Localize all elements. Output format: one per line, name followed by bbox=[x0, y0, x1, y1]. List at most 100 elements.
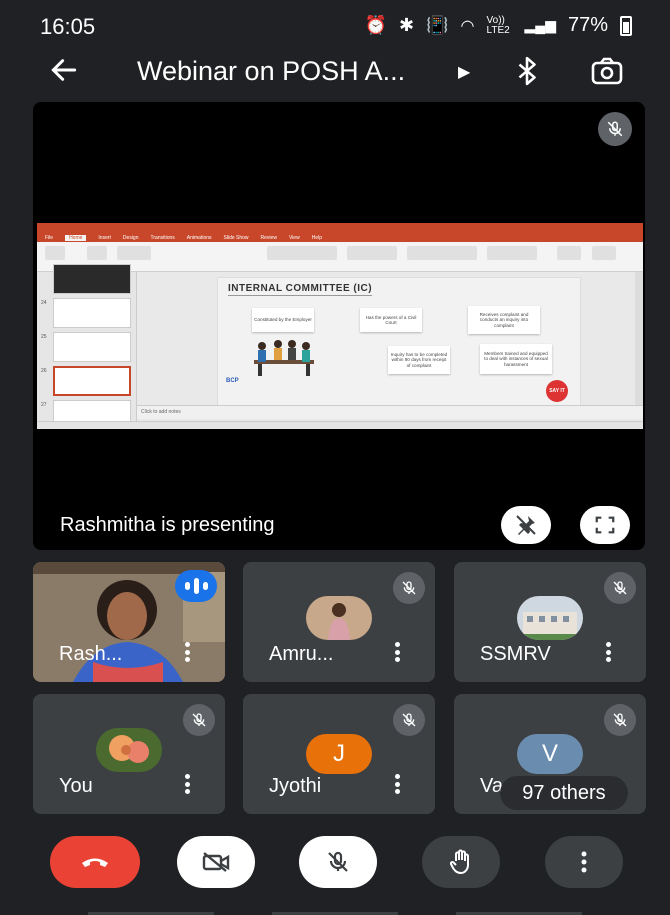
ppt-tab: Review bbox=[260, 234, 277, 241]
participant-menu-button[interactable] bbox=[393, 642, 401, 662]
unpin-button[interactable] bbox=[501, 506, 551, 544]
participant-name: SSMRV bbox=[480, 643, 551, 665]
alarm-icon: ⏰ bbox=[364, 15, 388, 35]
ribbon-group bbox=[487, 246, 537, 260]
bluetooth-status-icon: ✱ bbox=[399, 15, 415, 35]
ppt-tab: Insert bbox=[98, 234, 111, 241]
slide-box: Constituted by the Employer bbox=[252, 308, 314, 332]
participant-name: Jyothi bbox=[269, 775, 322, 797]
mic-off-icon bbox=[192, 713, 206, 727]
participant-tile[interactable]: Rash... bbox=[33, 562, 225, 682]
slide-thumbnail bbox=[53, 332, 131, 362]
slide-canvas: INTERNAL COMMITTEE (IC) Constituted by t… bbox=[217, 277, 581, 409]
participant-avatar bbox=[306, 596, 372, 640]
mic-off-icon bbox=[402, 713, 416, 727]
phone-hangup-icon bbox=[82, 858, 108, 867]
unpin-icon bbox=[516, 515, 536, 535]
mic-off-icon bbox=[328, 851, 348, 872]
mic-off-icon bbox=[613, 581, 627, 595]
ppt-tab: View bbox=[288, 234, 300, 241]
slide-box: Receives complaint and conducts an inqui… bbox=[468, 306, 540, 334]
camera-off-button[interactable] bbox=[177, 836, 255, 888]
slide-thumbnail-selected bbox=[53, 366, 131, 396]
slide-box: Inquiry has to be completed within 90 da… bbox=[388, 346, 450, 374]
battery-icon bbox=[620, 15, 632, 36]
slide-number: 25 bbox=[41, 334, 47, 340]
mic-off-badge bbox=[393, 704, 425, 736]
participant-tile[interactable]: SSMRV bbox=[454, 562, 646, 682]
participant-tile[interactable]: J Jyothi bbox=[243, 694, 435, 814]
speaking-indicator bbox=[175, 570, 217, 602]
switch-camera-icon[interactable] bbox=[590, 55, 624, 87]
fullscreen-icon bbox=[595, 516, 615, 534]
avatar-letter: J bbox=[333, 740, 345, 767]
speaking-bar bbox=[202, 582, 208, 590]
participant-avatar bbox=[517, 596, 583, 640]
clock: 16:05 bbox=[40, 14, 96, 39]
slide-box: Members trained and equipped to deal wit… bbox=[480, 344, 552, 374]
speaking-bar bbox=[193, 578, 199, 594]
more-options-button[interactable] bbox=[545, 836, 623, 888]
ppt-tab: Slide Show bbox=[223, 234, 249, 241]
ribbon-group bbox=[45, 246, 65, 260]
notes-pane: Click to add notes bbox=[137, 405, 643, 419]
status-bar: 16:05 ⏰ ✱ 📳 ◠ Vo)) LTE2 ▂▄▆ 77% bbox=[0, 0, 670, 50]
ppt-titlebar bbox=[37, 223, 643, 233]
presentation-stage[interactable]: File Home Insert Design Transitions Anim… bbox=[33, 102, 645, 550]
battery-percent: 77% bbox=[567, 14, 608, 36]
mic-off-icon bbox=[613, 713, 627, 727]
participant-letter-avatar: J bbox=[306, 734, 372, 774]
mic-off-badge bbox=[183, 704, 215, 736]
ppt-ribbon-tabs: File Home Insert Design Transitions Anim… bbox=[37, 233, 643, 242]
ppt-tab: File bbox=[45, 234, 54, 241]
ribbon-group bbox=[592, 246, 616, 260]
slide-title: INTERNAL COMMITTEE (IC) bbox=[228, 283, 373, 296]
meeting-illustration bbox=[254, 340, 314, 376]
back-arrow-icon[interactable] bbox=[48, 54, 80, 86]
bluetooth-icon[interactable] bbox=[514, 56, 540, 86]
network-label: Vo)) LTE2 bbox=[486, 14, 510, 36]
speaking-bar bbox=[184, 582, 190, 590]
say-it-text: SAY IT bbox=[549, 388, 565, 394]
slide-number: 24 bbox=[41, 300, 47, 306]
ppt-statusbar bbox=[37, 421, 643, 429]
meeting-header: Webinar on POSH A... ▶ bbox=[0, 48, 670, 100]
participant-name: Rash... bbox=[59, 643, 123, 665]
ppt-tab: Help bbox=[311, 234, 322, 241]
mic-off-badge bbox=[604, 704, 636, 736]
presenter-label: Rashmitha is presenting bbox=[60, 514, 275, 536]
participant-menu-button[interactable] bbox=[393, 774, 401, 794]
fullscreen-button[interactable] bbox=[580, 506, 630, 544]
shared-screen: File Home Insert Design Transitions Anim… bbox=[37, 223, 643, 429]
meeting-title[interactable]: Webinar on POSH A... bbox=[137, 56, 405, 87]
mic-off-badge bbox=[598, 112, 632, 146]
camera-off-icon bbox=[202, 852, 230, 872]
system-nav-bar bbox=[0, 900, 670, 915]
raise-hand-icon bbox=[449, 849, 469, 875]
ppt-tab: Home bbox=[65, 234, 87, 241]
participant-menu-button[interactable] bbox=[604, 642, 612, 662]
mic-off-badge bbox=[604, 572, 636, 604]
caret-right-icon[interactable]: ▶ bbox=[458, 62, 470, 82]
mic-off-button[interactable] bbox=[299, 836, 377, 888]
ribbon-group bbox=[117, 246, 151, 260]
participant-tile[interactable]: Amru... bbox=[243, 562, 435, 682]
participant-menu-button[interactable] bbox=[183, 642, 191, 662]
others-count-button[interactable]: 97 others bbox=[500, 776, 628, 810]
participant-menu-button[interactable] bbox=[183, 774, 191, 794]
end-call-button[interactable] bbox=[50, 836, 140, 888]
slide-box: Has the powers of a Civil Court bbox=[360, 308, 422, 332]
slide-thumbnail bbox=[53, 298, 131, 328]
wifi-icon: ◠ bbox=[460, 17, 475, 35]
participant-letter-avatar: V bbox=[517, 734, 583, 774]
slide-thumbnail bbox=[53, 264, 131, 294]
signal-icon: ▂▄▆ bbox=[524, 17, 556, 33]
participant-avatar bbox=[96, 728, 162, 772]
say-it-badge: SAY IT bbox=[546, 380, 568, 402]
raise-hand-button[interactable] bbox=[422, 836, 500, 888]
participant-tile[interactable]: You bbox=[33, 694, 225, 814]
ribbon-group bbox=[557, 246, 581, 260]
avatar-letter: V bbox=[541, 740, 558, 767]
slide-number: 26 bbox=[41, 368, 47, 374]
call-controls bbox=[0, 832, 670, 892]
